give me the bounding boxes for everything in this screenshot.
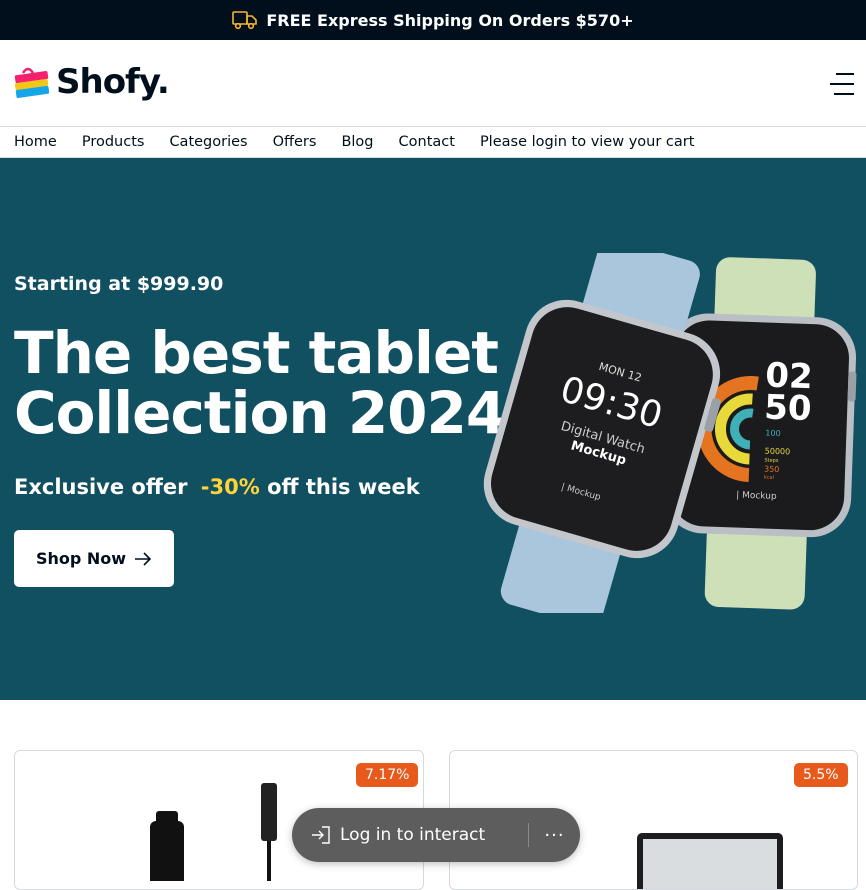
nav-cart-login[interactable]: Please login to view your cart	[480, 134, 694, 150]
shipping-text: FREE Express Shipping On Orders $570+	[266, 10, 634, 30]
discount-badge: 7.17%	[356, 763, 419, 787]
main-nav: Home Products Categories Offers Blog Con…	[0, 126, 866, 158]
login-label: Log in to interact	[340, 825, 486, 845]
nav-categories[interactable]: Categories	[169, 134, 247, 150]
login-toast: Log in to interact ···	[292, 808, 580, 862]
watch2-stat2: 50000	[765, 447, 791, 457]
nav-blog[interactable]: Blog	[341, 134, 373, 150]
smartwatch-image: 02 50 100 50000 Steps 350 kcal | Mockup …	[483, 253, 857, 613]
site-header: Shofy.	[0, 40, 866, 126]
hero-title-line2: Collection 2024	[14, 379, 506, 447]
watch2-minute: 50	[764, 387, 813, 429]
hero-price: Starting at $999.90	[14, 273, 224, 295]
more-options-button[interactable]: ···	[529, 825, 580, 846]
offer-percent: -30%	[200, 475, 260, 499]
nav-products[interactable]: Products	[82, 134, 145, 150]
logo[interactable]: Shofy.	[14, 62, 170, 102]
login-to-interact-button[interactable]: Log in to interact	[292, 825, 528, 845]
discount-badge: 5.5%	[794, 763, 848, 787]
nav-contact[interactable]: Contact	[399, 134, 455, 150]
arrow-right-icon	[135, 551, 152, 566]
hero-banner: Starting at $999.90 The best tablet Coll…	[0, 158, 866, 700]
hero-title: The best tablet Collection 2024	[14, 323, 506, 443]
hero-offer: Exclusive offer -30% off this week	[14, 475, 420, 499]
hamburger-icon[interactable]	[830, 73, 854, 95]
watch2-stat3: 350	[764, 465, 780, 475]
tablet-product-image	[637, 833, 783, 889]
nav-offers[interactable]: Offers	[273, 134, 317, 150]
shop-now-label: Shop Now	[35, 549, 127, 568]
watch2-stat2-label: Steps	[764, 458, 779, 464]
offer-prefix: Exclusive offer	[14, 475, 188, 499]
shop-now-button[interactable]: Shop Now	[14, 530, 174, 587]
mascara-product-image	[150, 783, 277, 881]
shipping-banner: FREE Express Shipping On Orders $570+	[0, 0, 866, 40]
logo-text: Shofy.	[56, 62, 170, 102]
hero-title-line1: The best tablet	[14, 319, 499, 387]
offer-suffix: off this week	[267, 475, 420, 499]
watch2-stat3-label: kcal	[764, 475, 774, 481]
watch2-brand: | Mockup	[736, 491, 777, 502]
nav-home[interactable]: Home	[14, 134, 57, 150]
truck-icon	[232, 11, 258, 30]
sign-in-icon	[312, 826, 330, 844]
watch2-stat1: 100	[765, 429, 781, 439]
shopping-bag-logo-icon	[14, 67, 50, 98]
